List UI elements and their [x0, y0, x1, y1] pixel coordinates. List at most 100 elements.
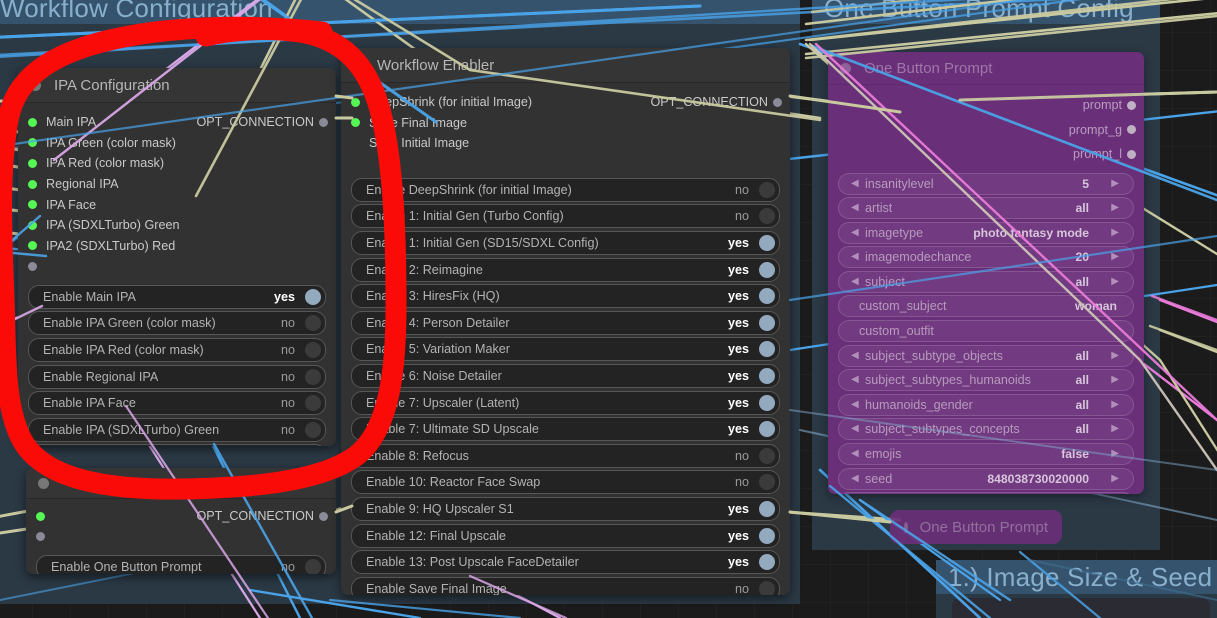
slot-row[interactable]: Main IPA OPT_CONNECTION — [18, 112, 336, 133]
input-dot-icon[interactable] — [351, 118, 360, 128]
toggle-enable-1-initial-gen-turbo[interactable]: Enable 1: Initial Gen (Turbo Config) no — [351, 204, 780, 229]
output-dot-icon[interactable] — [773, 97, 782, 107]
toggle-knob-icon[interactable] — [759, 447, 775, 464]
chevron-left-icon[interactable]: ◀ — [851, 227, 859, 238]
toggle-enable-ipa-sdxlturbo-green[interactable]: Enable IPA (SDXLTurbo) Green no — [28, 417, 326, 442]
node-header[interactable]: Workflow Enabler — [341, 48, 790, 83]
slot-row[interactable]: OPT_CONNECTION — [26, 506, 336, 527]
slot-row[interactable]: Save Final Image — [341, 113, 790, 134]
input-dot-icon[interactable] — [36, 532, 45, 542]
chevron-left-icon[interactable]: ◀ — [851, 178, 859, 189]
slot-row[interactable] — [26, 527, 336, 548]
toggle-knob-icon[interactable] — [305, 559, 321, 574]
slot-row[interactable]: IPA Green (color mask) — [18, 133, 336, 154]
node-one-button-prompt[interactable]: One Button Prompt prompt prompt_g prompt… — [828, 52, 1144, 494]
number-seed[interactable]: ◀ seed 848038730020000 ▶ — [838, 467, 1134, 490]
chevron-left-icon[interactable]: ◀ — [851, 375, 859, 385]
slot-row[interactable] — [18, 256, 336, 277]
combo-humanoids-gender[interactable]: ◀ humanoids_gender all ▶ — [838, 393, 1134, 416]
toggle-knob-icon[interactable] — [305, 395, 321, 412]
collapse-dot-icon[interactable] — [30, 79, 41, 91]
toggle-enable-1-initial-gen-sd15-sdxl[interactable]: Enable 1: Initial Gen (SD15/SDXL Config)… — [351, 230, 780, 255]
slot-row[interactable]: IPA Red (color mask) — [18, 153, 336, 174]
collapse-dot-icon[interactable] — [353, 59, 364, 71]
chevron-right-icon[interactable]: ▶ — [1111, 252, 1119, 262]
toggle-enable-one-button-prompt[interactable]: Enable One Button Prompt no — [36, 555, 326, 574]
toggle-enable-8-refocus[interactable]: Enable 8: Refocus no — [351, 443, 780, 468]
slot-row[interactable]: prompt_g — [828, 118, 1144, 143]
output-dot-icon[interactable] — [1127, 125, 1136, 135]
toggle-knob-icon[interactable] — [759, 234, 775, 251]
chevron-left-icon[interactable]: ◀ — [851, 252, 859, 262]
combo-subject[interactable]: ◀ subject all ▶ — [838, 270, 1134, 293]
slot-row[interactable]: IPA (SDXLTurbo) Green — [18, 215, 336, 236]
node-ipa-configuration[interactable]: IPA Configuration Main IPA OPT_CONNECTIO… — [18, 68, 336, 446]
toggle-knob-icon[interactable] — [759, 341, 775, 358]
chevron-left-icon[interactable]: ◀ — [851, 399, 859, 410]
collapse-dot-icon[interactable] — [904, 521, 908, 533]
combo-subject-subtypes-humanoids[interactable]: ◀ subject_subtypes_humanoids all ▶ — [838, 369, 1134, 392]
slot-row[interactable]: IPA Face — [18, 194, 336, 215]
input-dot-icon[interactable] — [36, 511, 45, 521]
toggle-knob-icon[interactable] — [759, 554, 775, 571]
output-dot-icon[interactable] — [1127, 100, 1136, 110]
toggle-enable-ipa-face[interactable]: Enable IPA Face no — [28, 391, 326, 416]
chevron-left-icon[interactable]: ◀ — [851, 203, 859, 213]
toggle-knob-icon[interactable] — [305, 421, 321, 438]
toggle-enable-4-person-detailer[interactable]: Enable 4: Person Detailer yes — [351, 310, 780, 335]
combo-insanitylevel[interactable]: ◀ insanitylevel 5 ▶ — [838, 172, 1134, 195]
toggle-enable-10-reactor-face-swap[interactable]: Enable 10: Reactor Face Swap no — [351, 470, 780, 495]
slot-row[interactable]: DeepShrink (for initial Image) OPT_CONNE… — [341, 92, 790, 113]
output-dot-icon[interactable] — [319, 511, 328, 521]
toggle-enable-main-ipa[interactable]: Enable Main IPA yes — [28, 284, 326, 309]
toggle-knob-icon[interactable] — [759, 580, 775, 595]
collapse-dot-icon[interactable] — [38, 477, 49, 489]
chevron-right-icon[interactable]: ▶ — [1111, 473, 1119, 484]
chevron-left-icon[interactable]: ◀ — [851, 350, 859, 361]
chevron-left-icon[interactable]: ◀ — [851, 424, 859, 434]
combo-control-after-generate[interactable]: ◀ control_after_generate fixed ▶ — [838, 492, 1134, 494]
chevron-right-icon[interactable]: ▶ — [1111, 424, 1119, 434]
toggle-enable-2-reimagine[interactable]: Enable 2: Reimagine yes — [351, 257, 780, 282]
node-one-button-prompt-enabler[interactable]: OPT_CONNECTION Enable One Button Prompt … — [26, 468, 336, 574]
combo-artist[interactable]: ◀ artist all ▶ — [838, 197, 1134, 220]
toggle-enable-7-upscaler-latent[interactable]: Enable 7: Upscaler (Latent) yes — [351, 390, 780, 415]
toggle-knob-icon[interactable] — [759, 288, 775, 305]
chevron-right-icon[interactable]: ▶ — [1111, 399, 1119, 410]
input-dot-icon[interactable] — [351, 97, 360, 107]
node-workflow-enabler[interactable]: Workflow Enabler DeepShrink (for initial… — [341, 48, 790, 595]
text-custom-subject[interactable]: custom_subject woman — [838, 295, 1134, 318]
text-custom-outfit[interactable]: custom_outfit — [838, 320, 1134, 343]
chevron-right-icon[interactable]: ▶ — [1111, 227, 1119, 238]
chevron-right-icon[interactable]: ▶ — [1111, 203, 1119, 213]
toggle-knob-icon[interactable] — [759, 208, 775, 225]
toggle-enable-deepshrink[interactable]: Enable DeepShrink (for initial Image) no — [351, 177, 780, 202]
combo-emojis[interactable]: ◀ emojis false ▶ — [838, 443, 1134, 466]
slot-row[interactable]: IPA2 (SDXLTurbo) Red — [18, 236, 336, 257]
combo-subject-subtypes-concepts[interactable]: ◀ subject_subtypes_concepts all ▶ — [838, 418, 1134, 441]
toggle-enable-ipa2-sdxlturbo-red[interactable]: Enable IPA2 (SDXLTurbo) Red no — [28, 444, 326, 446]
chevron-right-icon[interactable]: ▶ — [1111, 350, 1119, 361]
chevron-left-icon[interactable]: ◀ — [851, 473, 859, 484]
toggle-knob-icon[interactable] — [759, 367, 775, 384]
chevron-right-icon[interactable]: ▶ — [1111, 375, 1119, 385]
chevron-right-icon[interactable]: ▶ — [1111, 178, 1119, 189]
node-one-button-prompt-collapsed[interactable]: One Button Prompt — [890, 510, 1062, 544]
toggle-knob-icon[interactable] — [759, 314, 775, 331]
input-dot-icon[interactable] — [28, 200, 37, 210]
toggle-enable-save-final-image[interactable]: Enable Save Final Image no — [351, 576, 780, 595]
output-dot-icon[interactable] — [1127, 149, 1136, 159]
toggle-knob-icon[interactable] — [305, 315, 321, 332]
toggle-knob-icon[interactable] — [305, 288, 321, 305]
toggle-enable-13-post-upscale-facedetailer[interactable]: Enable 13: Post Upscale FaceDetailer yes — [351, 550, 780, 575]
slot-row[interactable]: Save Initial Image — [341, 133, 790, 154]
chevron-right-icon[interactable]: ▶ — [1111, 449, 1119, 459]
input-dot-icon[interactable] — [28, 179, 37, 189]
toggle-knob-icon[interactable] — [305, 368, 321, 385]
comfyui-canvas[interactable]: Workflow Configuration One Button Prompt… — [0, 0, 1217, 618]
toggle-enable-7-ultimate-sd-upscale[interactable]: Enable 7: Ultimate SD Upscale yes — [351, 417, 780, 442]
node-header[interactable]: IPA Configuration — [18, 68, 336, 103]
toggle-enable-5-variation-maker[interactable]: Enable 5: Variation Maker yes — [351, 337, 780, 362]
toggle-knob-icon[interactable] — [759, 394, 775, 411]
toggle-enable-9-hq-upscaler-s1[interactable]: Enable 9: HQ Upscaler S1 yes — [351, 496, 780, 521]
